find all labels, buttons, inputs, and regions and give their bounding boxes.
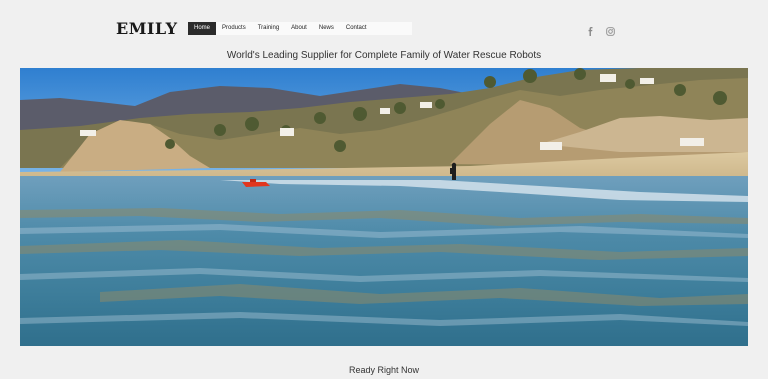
- nav-news[interactable]: News: [313, 22, 340, 35]
- instagram-icon[interactable]: [606, 23, 615, 36]
- nav-about[interactable]: About: [285, 22, 313, 35]
- nav-products[interactable]: Products: [216, 22, 252, 35]
- site-tagline: World's Leading Supplier for Complete Fa…: [226, 50, 542, 61]
- section-heading: Ready Right Now: [348, 365, 420, 375]
- main-nav: Home Products Training About News Contac…: [188, 22, 412, 35]
- page: EMILY Home Products Training About News …: [0, 0, 768, 379]
- hero-image: [20, 68, 748, 346]
- site-logo[interactable]: EMILY: [116, 19, 178, 39]
- nav-contact[interactable]: Contact: [340, 22, 373, 35]
- facebook-icon[interactable]: [586, 23, 595, 36]
- social-links: [586, 23, 615, 36]
- nav-home[interactable]: Home: [188, 22, 217, 35]
- nav-training[interactable]: Training: [252, 22, 285, 35]
